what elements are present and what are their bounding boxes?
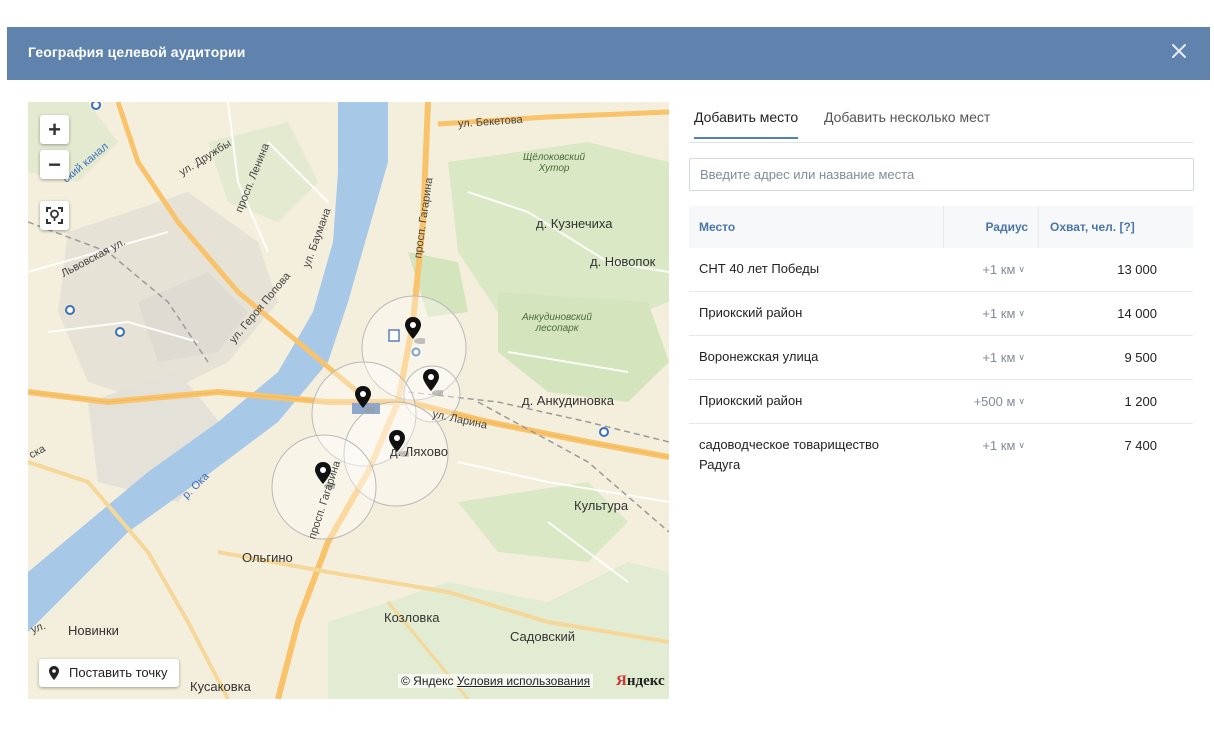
place-point-label: Поставить точку bbox=[69, 665, 168, 680]
map-copyright: © Яндекс Условия использования bbox=[398, 674, 594, 688]
table-row[interactable]: садоводческое товарищество Радуга +1 км ∨… bbox=[689, 424, 1193, 484]
radius-dropdown[interactable]: +1 км ∨ bbox=[982, 438, 1025, 453]
table-row[interactable]: СНТ 40 лет Победы +1 км ∨ 13 000 bbox=[689, 248, 1193, 292]
place-name: Воронежская улица bbox=[699, 349, 819, 364]
radius-dropdown[interactable]: +1 км ∨ bbox=[982, 306, 1025, 321]
map-label: д. Анкудиновка bbox=[522, 393, 614, 408]
chevron-down-icon: ∨ bbox=[1018, 396, 1025, 406]
reach-value: 13 000 bbox=[1117, 262, 1157, 277]
table-row[interactable]: Приокский район +500 м ∨ 1 200 bbox=[689, 380, 1193, 424]
place-name: Приокский район bbox=[699, 393, 803, 408]
column-header-place: Место bbox=[699, 220, 736, 234]
table-header: Место Радиус Охват, чел. [?] bbox=[689, 206, 1193, 248]
tab-add-place[interactable]: Добавить место bbox=[694, 109, 799, 139]
reach-value: 14 000 bbox=[1117, 306, 1157, 321]
close-button[interactable] bbox=[1168, 40, 1190, 62]
map-view[interactable]: ул. Бекетова ул. Дружбы просп. Ленина пр… bbox=[28, 102, 669, 699]
reach-value: 9 500 bbox=[1124, 350, 1157, 365]
chevron-down-icon: ∨ bbox=[1018, 264, 1025, 274]
map-label: Анкудиновский лесопарк bbox=[522, 312, 592, 334]
place-name: Приокский район bbox=[699, 305, 803, 320]
map-label: д. Кузнечиха bbox=[536, 216, 613, 231]
dialog-header: География целевой аудитории bbox=[7, 27, 1210, 80]
map-label: Новинки bbox=[68, 623, 119, 638]
column-header-radius: Радиус bbox=[985, 220, 1028, 234]
dialog-title: География целевой аудитории bbox=[28, 44, 246, 60]
reach-value: 1 200 bbox=[1124, 394, 1157, 409]
map-pin-icon[interactable] bbox=[405, 317, 425, 345]
places-table: Место Радиус Охват, чел. [?] СНТ 40 лет … bbox=[689, 206, 1193, 484]
chevron-down-icon: ∨ bbox=[1018, 440, 1025, 450]
map-label: Щёлоковский Хутор bbox=[523, 152, 586, 174]
place-name: садоводческое товарищество Радуга bbox=[699, 437, 879, 472]
reach-value: 7 400 bbox=[1124, 438, 1157, 453]
table-row[interactable]: Приокский район +1 км ∨ 14 000 bbox=[689, 292, 1193, 336]
geolocation-icon bbox=[46, 207, 63, 224]
tab-bar: Добавить место Добавить несколько мест bbox=[689, 102, 1193, 143]
map-label: д. Ляхово bbox=[390, 444, 448, 459]
terms-link[interactable]: Условия использования bbox=[457, 674, 590, 688]
place-name: СНТ 40 лет Победы bbox=[699, 261, 820, 276]
zoom-in-button[interactable]: + bbox=[40, 115, 69, 144]
map-label: Кусаковка bbox=[190, 679, 251, 694]
map-pin-icon[interactable] bbox=[423, 369, 443, 397]
map-label: Козловка bbox=[384, 610, 440, 625]
column-header-reach[interactable]: Охват, чел. [?] bbox=[1050, 220, 1135, 234]
radius-dropdown[interactable]: +500 м ∨ bbox=[974, 394, 1025, 409]
chevron-down-icon: ∨ bbox=[1018, 308, 1025, 318]
map-label: Культура bbox=[574, 498, 629, 513]
map-pin-icon[interactable] bbox=[355, 386, 375, 414]
close-icon bbox=[1172, 44, 1186, 58]
address-search-input[interactable] bbox=[689, 158, 1194, 191]
yandex-logo: Яндекс bbox=[616, 673, 665, 689]
radius-dropdown[interactable]: +1 км ∨ bbox=[982, 262, 1025, 277]
map-label: Садовский bbox=[510, 629, 576, 644]
map-label: д. Новопок bbox=[590, 254, 656, 269]
radius-dropdown[interactable]: +1 км ∨ bbox=[982, 350, 1025, 365]
copyright-text: © Яндекс bbox=[401, 674, 454, 688]
place-point-button[interactable]: Поставить точку bbox=[39, 659, 180, 687]
chevron-down-icon: ∨ bbox=[1018, 352, 1025, 362]
pin-icon bbox=[49, 666, 59, 680]
map-label: Ольгино bbox=[242, 550, 293, 565]
tab-add-multiple-places[interactable]: Добавить несколько мест bbox=[824, 109, 990, 137]
table-row[interactable]: Воронежская улица +1 км ∨ 9 500 bbox=[689, 336, 1193, 380]
geolocation-button[interactable] bbox=[40, 201, 69, 230]
zoom-out-button[interactable]: − bbox=[40, 150, 69, 179]
audience-geography-dialog: География целевой аудитории ул. Бекетова… bbox=[0, 0, 1214, 729]
